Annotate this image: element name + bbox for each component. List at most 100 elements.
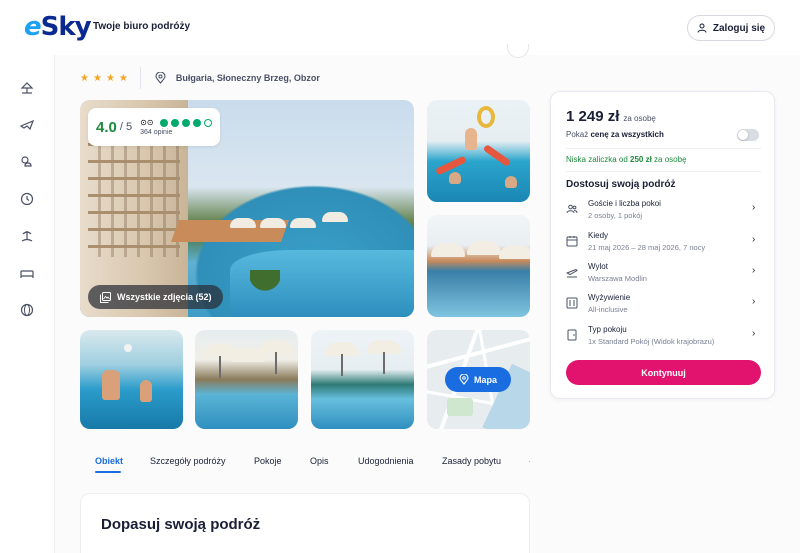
clock-icon[interactable] [19, 191, 35, 207]
hotel-meta: ★ ★ ★ ★ Bułgaria, Słoneczny Brzeg, Obzor [80, 67, 320, 89]
beach-icon[interactable] [19, 80, 35, 96]
rating-dot-filled [159, 118, 168, 127]
login-label: Zaloguj się [712, 22, 766, 34]
tab-obiekt[interactable]: Obiekt [95, 456, 123, 466]
booking-card: 1 249 zł za osobę Pokaż cenę za wszystki… [550, 91, 775, 399]
rating-dot-filled [192, 118, 201, 127]
review-count: 364 opinie [140, 129, 173, 136]
deposit-amount: 250 zł [630, 155, 652, 164]
departure-icon [566, 268, 578, 278]
map-park [447, 398, 473, 416]
top-header: eSky Twoje biuro podróży Zaloguj się [0, 0, 800, 55]
umbrellas-image [230, 212, 370, 248]
map-button[interactable]: Mapa [445, 367, 511, 392]
chevron-right-icon: › [752, 265, 756, 276]
tabs-scroll-indicator[interactable]: · [528, 456, 531, 466]
location-pin-icon [459, 374, 469, 385]
continue-button[interactable]: Kontynuuj [566, 360, 761, 385]
guests-icon [566, 204, 578, 214]
meal-icon [566, 297, 578, 309]
tab-pokoje[interactable]: Pokoje [254, 456, 282, 466]
divider [566, 148, 761, 149]
all-photos-button[interactable]: Wszystkie zdjęcia (52) [88, 285, 223, 309]
deposit-info: Niska zaliczka od 250 zł za osobę [566, 155, 687, 164]
star-icon: ★ [92, 72, 102, 84]
photo-sunbeds[interactable] [311, 330, 414, 429]
deposit-prefix: Niska zaliczka od [566, 155, 631, 164]
deposit-suffix: za osobę [651, 155, 687, 164]
option-dates[interactable]: Kiedy 21 maj 2026 – 28 maj 2026, 7 nocy … [566, 231, 761, 257]
tab-udogodnienia[interactable]: Udogodnienia [358, 456, 414, 466]
active-tab-indicator [95, 471, 121, 473]
rating-score: 4.0 [96, 118, 117, 136]
price-value: 1 249 zł [566, 108, 620, 125]
photo-pool-bar[interactable] [427, 215, 530, 317]
chevron-right-icon: › [752, 202, 756, 213]
bed-icon[interactable] [19, 265, 35, 281]
option-value: 21 maj 2026 – 28 maj 2026, 7 nocy [588, 243, 706, 252]
option-label: Typ pokoju [588, 325, 627, 334]
login-button[interactable]: Zaloguj się [687, 15, 775, 41]
price-unit: za osobę [623, 114, 656, 123]
tripadvisor-icon: ⊙⊙ [140, 118, 154, 127]
rating-dot-empty [203, 118, 212, 127]
divider [566, 171, 761, 172]
option-room-type[interactable]: Typ pokoju 1x Standard Pokój (Widok kraj… [566, 325, 761, 351]
star-icon: ★ [118, 72, 128, 84]
all-photos-label: Wszystkie zdjęcia (52) [117, 292, 212, 302]
tagline: Twoje biuro podróży [93, 21, 191, 32]
option-value: 2 osoby, 1 pokój [588, 211, 643, 220]
divider [139, 67, 141, 89]
gallery-icon [100, 291, 111, 303]
option-label: Goście i liczba pokoi [588, 199, 661, 208]
customize-heading: Dostosuj swoją podróż [566, 179, 676, 190]
calendar-icon [566, 236, 578, 247]
tab-szczegoly-podrozy[interactable]: Szczegóły podróży [150, 456, 226, 466]
rating-dot-filled [181, 118, 190, 127]
option-label: Kiedy [588, 231, 609, 240]
toggle-bold: cenę za wszystkich [590, 130, 664, 139]
chevron-right-icon: › [752, 234, 756, 245]
chevron-right-icon: › [752, 328, 756, 339]
tab-zasady-pobytu[interactable]: Zasady pobytu [442, 456, 501, 466]
photo-aqua-aerobics[interactable] [427, 100, 530, 202]
option-meals[interactable]: Wyżywienie All-inclusive › [566, 293, 761, 319]
rating-dot-filled [170, 118, 179, 127]
room-icon [567, 329, 577, 341]
rating-card[interactable]: 4.0 / 5 ⊙⊙ 364 opinie [88, 108, 220, 146]
option-value: 1x Standard Pokój (Widok krajobrazu) [588, 337, 715, 346]
esky-logo[interactable]: eSky [24, 12, 92, 42]
island-icon[interactable] [19, 228, 35, 244]
price-toggle-label: Pokaż cenę za wszystkich [566, 130, 664, 139]
star-icon: ★ [80, 72, 89, 84]
location-pin-icon [155, 72, 166, 84]
price-block: 1 249 zł za osobę [566, 108, 656, 125]
sun-cloud-icon[interactable] [19, 154, 35, 170]
tab-opis[interactable]: Opis [310, 456, 329, 466]
photo-water-polo[interactable] [80, 330, 183, 429]
section-tabs: Obiekt Szczegóły podróży Pokoje Opis Udo… [80, 452, 532, 478]
rating-scale: / 5 [119, 121, 133, 133]
option-guests[interactable]: Goście i liczba pokoi 2 osoby, 1 pokój › [566, 199, 761, 225]
globe-icon[interactable] [19, 302, 35, 318]
section-title: Dopasuj swoją podróż [101, 516, 261, 533]
map-label: Mapa [473, 374, 497, 385]
adjust-trip-section: Dopasuj swoją podróż [80, 493, 530, 553]
option-value: Warszawa Modlin [588, 274, 647, 283]
palm-image [250, 270, 280, 317]
star-icon: ★ [105, 72, 115, 84]
toggle-prefix: Pokaż [566, 130, 591, 139]
option-value: All-inclusive [588, 305, 628, 314]
hotel-location: Bułgaria, Słoneczny Brzeg, Obzor [175, 73, 320, 83]
option-label: Wyżywienie [588, 293, 631, 302]
tripadvisor-rating: ⊙⊙ 364 opinie [140, 118, 212, 136]
plane-icon[interactable] [19, 117, 35, 133]
map-thumbnail[interactable]: Mapa [427, 330, 530, 429]
option-departure[interactable]: Wylot Warszawa Modlin › [566, 262, 761, 288]
chevron-right-icon: › [752, 296, 756, 307]
sidebar [0, 55, 55, 553]
option-label: Wylot [588, 262, 608, 271]
photo-pool-umbrellas[interactable] [195, 330, 298, 429]
user-icon [697, 23, 707, 33]
price-for-all-toggle[interactable] [737, 129, 759, 141]
